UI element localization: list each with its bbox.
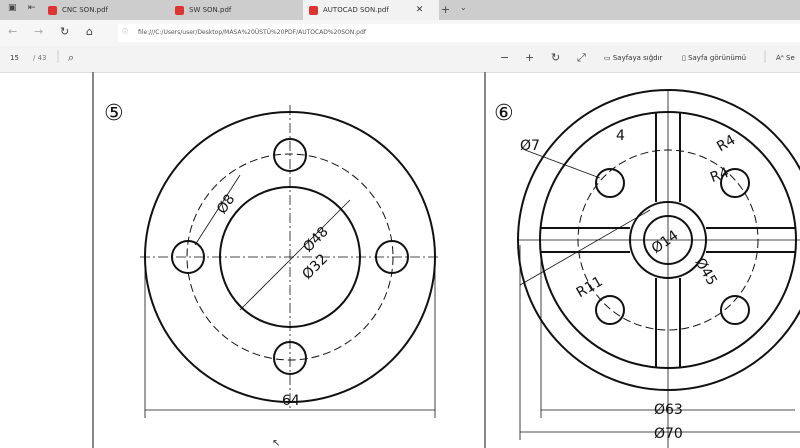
divider: | [56,49,61,63]
tab-sw[interactable]: SW SON.pdf [175,0,295,20]
read-aloud-button[interactable]: Aᴬ Se [776,54,795,62]
url-input[interactable]: ⓘ file:///C:/Users/user/Desktop/MASA%20ÜS… [118,24,800,42]
tab-actions-icon[interactable]: ▣ [8,3,17,13]
dim-64: 64 [282,393,300,409]
dim-d70: Ø70 [654,426,683,442]
dim-d48: Ø48 [300,224,332,256]
dim-d32: Ø32 [299,251,331,283]
drawing-5-number: ⑤ [104,101,124,126]
close-tab-icon[interactable]: ✕ [416,5,424,15]
new-tab-icon[interactable]: + [441,3,450,16]
back-icon[interactable]: ← [8,25,17,38]
dim-d7: Ø7 [520,138,540,154]
pdf-icon [175,5,184,15]
dim-4: 4 [616,128,625,144]
tab-cnc[interactable]: CNC SON.pdf [48,0,168,20]
chevron-down-icon[interactable]: ⌄ [460,3,467,12]
dim-r4-top: R4 [714,132,738,155]
page-view-button[interactable]: ▯ Sayfa görünümü [682,54,746,62]
pdf-toolbar: 15 / 43 | ⌕ − + ↻ ⤢ ▭ Sayfaya sığdır ▯ S… [0,46,800,73]
refresh-icon[interactable]: ↻ [60,25,69,38]
drawing-6 [517,89,800,448]
pdf-page: ⑤ Ø8 Ø48 Ø32 64 ⑥ Ø7 4 R4 R4 Ø14 R11 Ø45… [92,72,800,448]
drawing-5 [140,105,440,418]
page-number-input[interactable]: 15 [10,54,19,62]
zoom-in-icon[interactable]: + [525,51,534,64]
dim-r11: R11 [574,274,606,302]
zoom-out-icon[interactable]: − [500,51,509,64]
home-icon[interactable]: ⌂ [86,25,93,38]
dim-r4-right: R4 [708,165,731,186]
tab-autocad[interactable]: AUTOCAD SON.pdf ✕ [303,0,439,20]
forward-icon[interactable]: → [34,25,43,38]
search-icon[interactable]: ⌕ [68,51,74,65]
tab-bar: ▣ ⇤ CNC SON.pdf SW SON.pdf AUTOCAD SON.p… [0,0,800,20]
info-icon: ⓘ [122,29,129,36]
page-total: / 43 [33,54,47,62]
set-aside-tabs-icon[interactable]: ⇤ [28,3,36,13]
dim-d63: Ø63 [654,402,683,418]
dim-d14: Ø14 [649,227,682,257]
fullscreen-icon[interactable]: ⤢ [577,51,586,65]
address-bar-row: ← → ↻ ⌂ ⓘ file:///C:/Users/user/Desktop/M… [0,20,800,46]
divider: | [763,49,768,63]
pdf-icon [48,5,57,15]
pdf-icon [309,5,318,15]
drawing-6-number: ⑥ [494,101,514,126]
rotate-icon[interactable]: ↻ [551,51,560,64]
mouse-cursor-icon: ↖ [272,438,280,448]
fit-page-button[interactable]: ▭ Sayfaya sığdır [604,54,662,62]
dim-d45: Ø45 [692,255,720,288]
